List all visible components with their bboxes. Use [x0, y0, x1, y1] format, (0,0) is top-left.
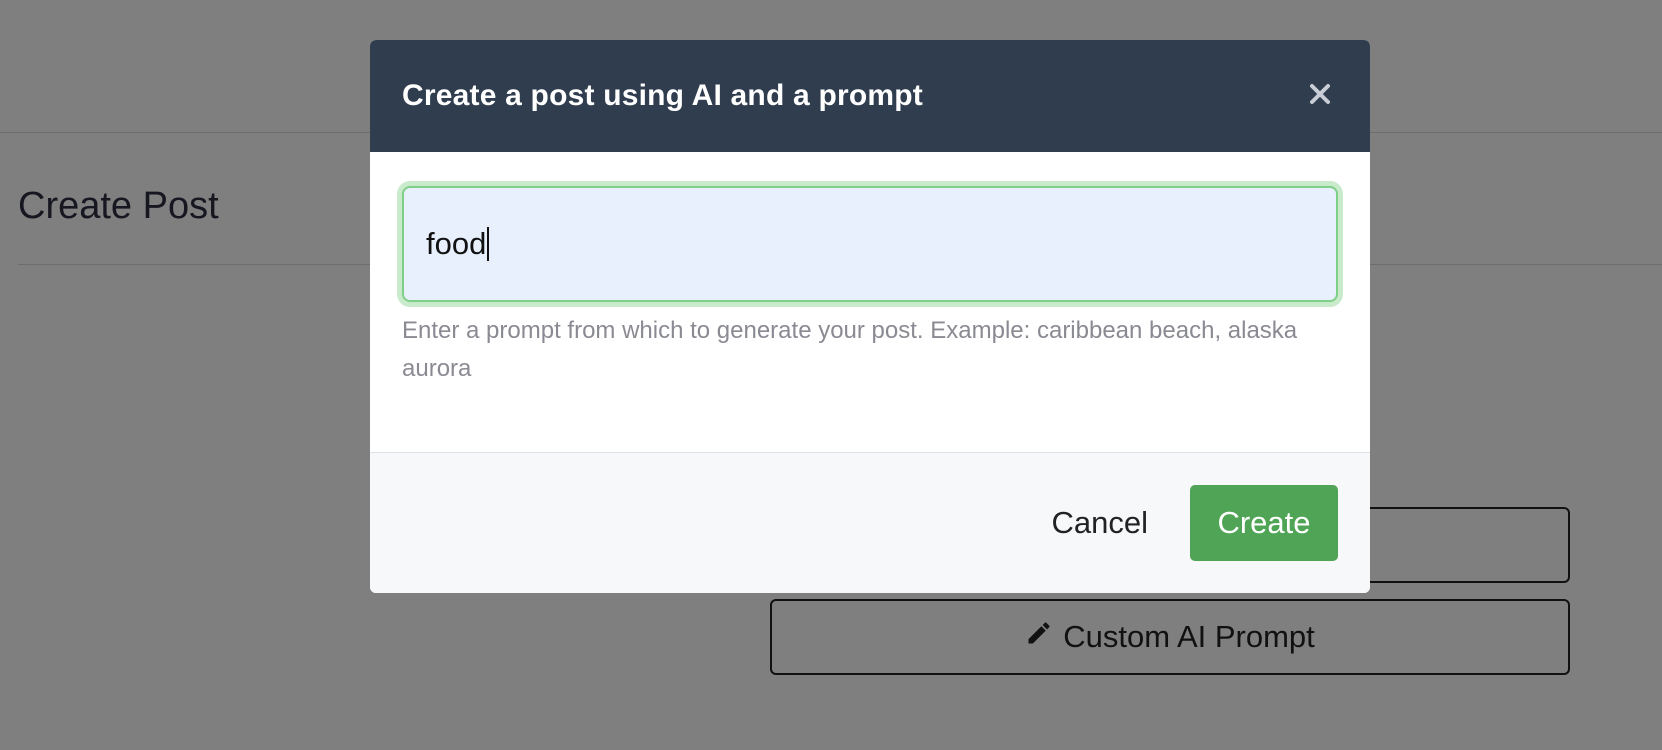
prompt-help-text: Enter a prompt from which to generate yo…: [402, 317, 1298, 382]
close-button[interactable]: [1302, 78, 1338, 114]
cancel-button[interactable]: Cancel: [1030, 486, 1171, 560]
modal-body: food Enter a prompt from which to genera…: [370, 152, 1370, 452]
modal-title: Create a post using AI and a prompt: [402, 79, 923, 112]
text-caret: [487, 227, 490, 261]
close-icon: [1309, 83, 1331, 110]
create-button[interactable]: Create: [1190, 485, 1338, 561]
modal-header: Create a post using AI and a prompt: [370, 40, 1370, 152]
prompt-input-value: food: [426, 226, 487, 261]
prompt-input[interactable]: food: [402, 186, 1338, 302]
modal-footer: Cancel Create: [370, 452, 1370, 593]
ai-prompt-modal: Create a post using AI and a prompt food…: [370, 40, 1370, 593]
